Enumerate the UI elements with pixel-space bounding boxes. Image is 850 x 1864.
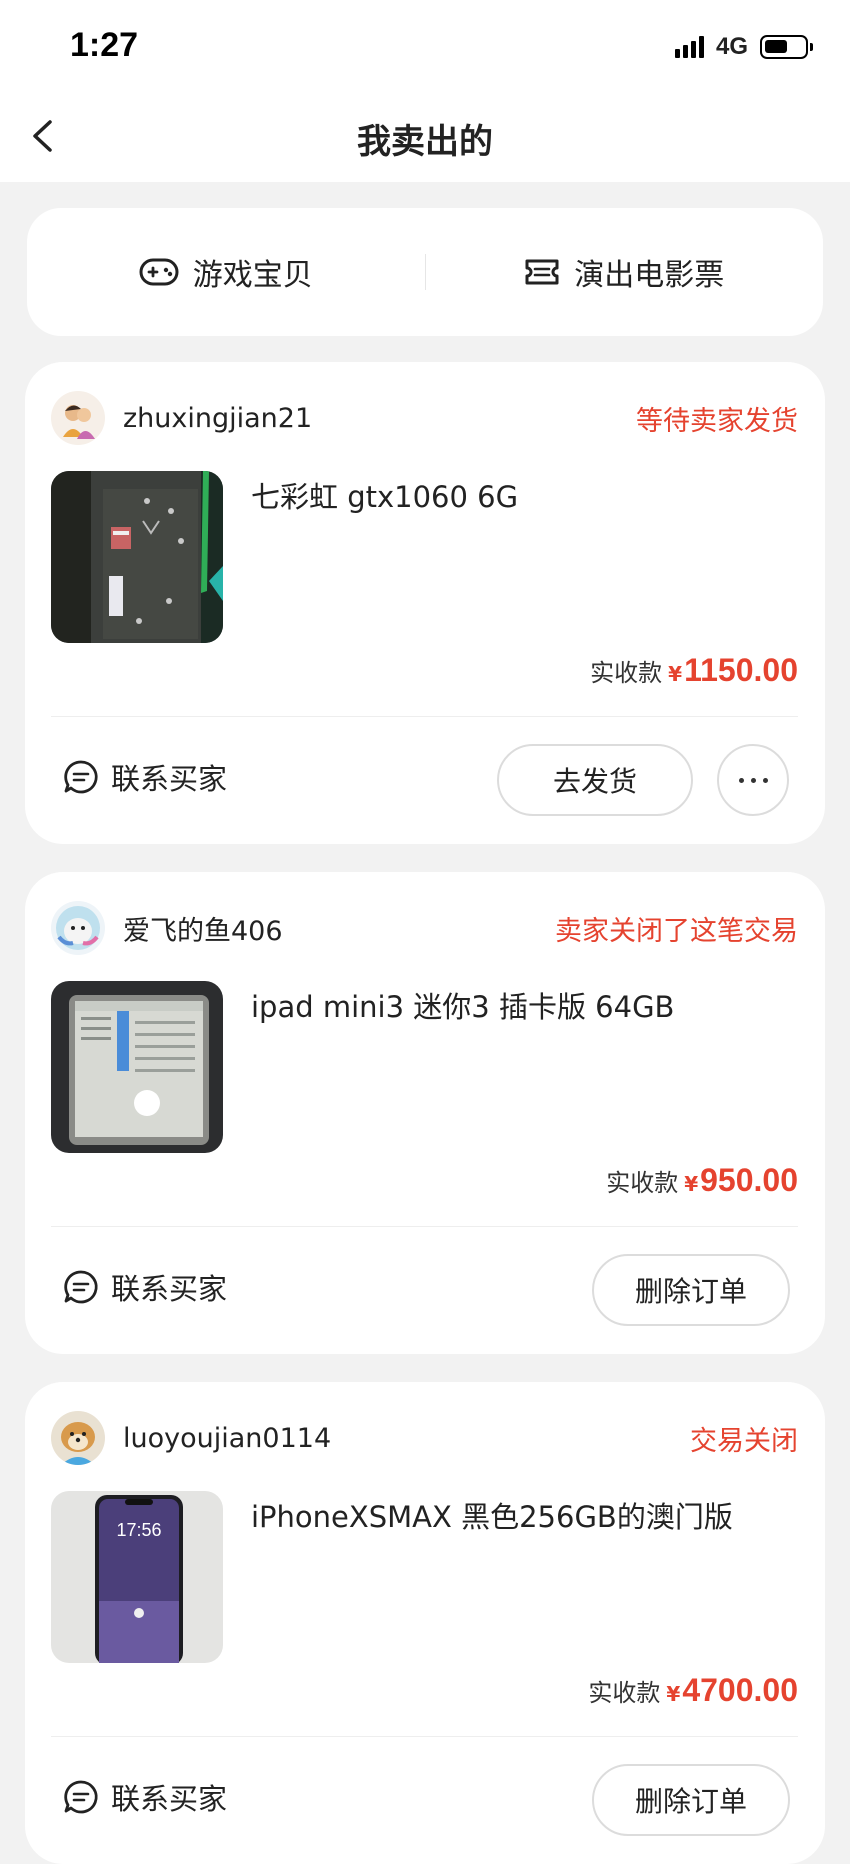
ticket-icon bbox=[525, 259, 559, 285]
order-card: zhuxingjian21 等待卖家发货 七彩虹 gtx1060 6G 实收款 … bbox=[25, 362, 825, 844]
category-label: 游戏宝贝 bbox=[192, 258, 313, 293]
product-title[interactable]: 七彩虹 gtx1060 6G bbox=[251, 474, 795, 516]
phone-screen-time: 17:56 bbox=[116, 1520, 161, 1540]
seller-row: luoyoujian0114 交易关闭 bbox=[51, 1410, 798, 1466]
contact-buyer-label: 联系买家 bbox=[111, 762, 228, 796]
contact-buyer-button[interactable]: 联系买家 bbox=[63, 756, 227, 798]
buyer-username[interactable]: luoyoujian0114 bbox=[123, 1423, 331, 1454]
seller-row: 爱飞的鱼406 卖家关闭了这笔交易 bbox=[51, 900, 798, 956]
contact-buyer-button[interactable]: 联系买家 bbox=[63, 1266, 227, 1308]
price-label: 实收款 bbox=[588, 1679, 661, 1707]
chat-bubble-icon bbox=[64, 1780, 98, 1814]
status-indicators: 4G bbox=[674, 30, 813, 64]
product-image[interactable] bbox=[51, 471, 223, 643]
contact-buyer-button[interactable]: 联系买家 bbox=[63, 1776, 227, 1818]
price-row: 实收款 ¥ 4700.00 bbox=[588, 1672, 798, 1709]
delete-order-button[interactable]: 删除订单 bbox=[592, 1764, 790, 1836]
chat-bubble-icon bbox=[64, 1270, 98, 1304]
price-row: 实收款 ¥ 950.00 bbox=[606, 1162, 798, 1199]
divider bbox=[51, 1736, 798, 1737]
product-image[interactable] bbox=[51, 981, 223, 1153]
chat-bubble-icon bbox=[64, 760, 98, 794]
status-time: 1:27 bbox=[70, 26, 139, 64]
order-status: 等待卖家发货 bbox=[636, 405, 798, 437]
network-type: 4G bbox=[715, 33, 748, 60]
price-currency: ¥ bbox=[666, 1682, 681, 1706]
ship-button[interactable]: 去发货 bbox=[497, 744, 693, 816]
ellipsis-icon bbox=[738, 777, 744, 783]
price-currency: ¥ bbox=[668, 662, 683, 686]
price-row: 实收款 ¥ 1150.00 bbox=[590, 652, 798, 689]
product-title[interactable]: iPhoneXSMAX 黑色256GB的澳门版 bbox=[251, 1494, 795, 1536]
price-value: 950.00 bbox=[700, 1162, 798, 1198]
product-image[interactable]: 17:56 bbox=[51, 1491, 223, 1663]
price-label: 实收款 bbox=[590, 659, 663, 687]
status-bar: 1:27 4G bbox=[0, 0, 850, 92]
delete-order-button[interactable]: 删除订单 bbox=[592, 1254, 790, 1326]
product-title[interactable]: ipad mini3 迷你3 插卡版 64GB bbox=[251, 984, 795, 1026]
signal-icon bbox=[674, 36, 704, 58]
seller-row: zhuxingjian21 等待卖家发货 bbox=[51, 390, 798, 446]
buyer-avatar[interactable] bbox=[51, 391, 105, 445]
contact-buyer-label: 联系买家 bbox=[111, 1272, 228, 1306]
page-title: 我卖出的 bbox=[357, 122, 493, 162]
price-value: 1150.00 bbox=[684, 652, 798, 688]
order-card: luoyoujian0114 交易关闭 17:56 iPhoneXSMAX 黑色… bbox=[25, 1382, 825, 1864]
category-tickets[interactable]: 演出电影票 bbox=[426, 250, 824, 294]
navigation-bar: 我卖出的 bbox=[0, 92, 850, 182]
battery-icon bbox=[760, 35, 813, 59]
divider bbox=[51, 1226, 798, 1227]
price-label: 实收款 bbox=[606, 1169, 679, 1197]
category-game-items[interactable]: 游戏宝贝 bbox=[27, 250, 425, 294]
gamepad-icon bbox=[139, 258, 179, 286]
order-status: 卖家关闭了这笔交易 bbox=[555, 915, 798, 947]
buyer-username[interactable]: 爱飞的鱼406 bbox=[123, 909, 283, 948]
category-filter-card: 游戏宝贝 演出电影票 bbox=[27, 208, 823, 336]
divider bbox=[51, 716, 798, 717]
contact-buyer-label: 联系买家 bbox=[111, 1782, 228, 1816]
more-options-button[interactable] bbox=[717, 744, 789, 816]
buyer-avatar[interactable] bbox=[51, 1411, 105, 1465]
buyer-avatar[interactable] bbox=[51, 901, 105, 955]
category-label: 演出电影票 bbox=[574, 258, 725, 293]
order-status: 交易关闭 bbox=[690, 1425, 798, 1457]
price-value: 4700.00 bbox=[682, 1672, 798, 1708]
order-card: 爱飞的鱼406 卖家关闭了这笔交易 ipad mini3 迷你3 插卡版 64G… bbox=[25, 872, 825, 1354]
buyer-username[interactable]: zhuxingjian21 bbox=[123, 403, 312, 434]
price-currency: ¥ bbox=[684, 1172, 699, 1196]
